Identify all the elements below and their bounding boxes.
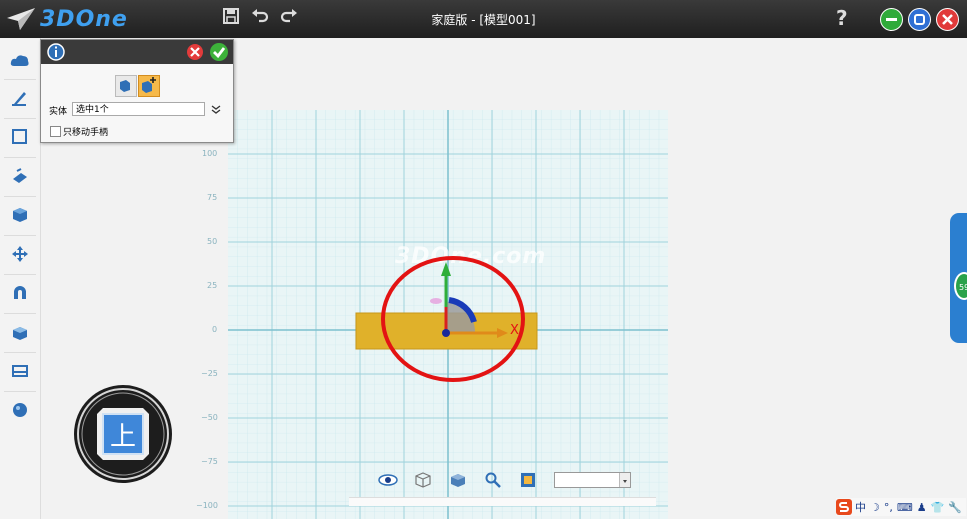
wrench-icon[interactable]: 🔧 <box>948 501 962 514</box>
right-badge: 59 <box>954 272 967 300</box>
restore-button[interactable] <box>908 8 931 31</box>
special-features-tool[interactable] <box>6 201 34 229</box>
render-mode-button[interactable] <box>448 470 468 490</box>
close-icon <box>942 14 953 25</box>
sketch-edit-tool[interactable] <box>6 123 34 151</box>
moon-icon[interactable]: ☽ <box>870 501 880 514</box>
close-window-button[interactable] <box>936 8 959 31</box>
solid-cube-icon <box>451 474 465 487</box>
undo-button[interactable] <box>249 8 271 30</box>
eye-icon <box>378 474 398 486</box>
view-nav-cube[interactable]: 上 <box>73 384 173 484</box>
undo-icon <box>252 9 269 23</box>
combine-tool[interactable] <box>6 279 34 307</box>
wire-cube-icon <box>415 472 431 488</box>
magnet-icon <box>14 286 26 299</box>
info-icon[interactable] <box>47 43 65 61</box>
save-icon <box>223 8 239 24</box>
minimize-icon <box>886 18 897 21</box>
sphere-icon <box>13 403 27 417</box>
extrude-icon <box>13 168 27 183</box>
view-mode-select[interactable] <box>554 472 631 488</box>
bottom-strip <box>349 497 656 506</box>
move-arrows-icon <box>12 246 28 262</box>
select-arrow-icon <box>619 473 630 487</box>
section-tool[interactable] <box>6 357 34 385</box>
confirm-icon[interactable] <box>209 42 229 62</box>
redo-button[interactable] <box>278 8 300 30</box>
box-add-icon <box>142 77 156 93</box>
keyboard-icon[interactable]: ⌨ <box>897 501 913 514</box>
sogou-logo-icon[interactable] <box>836 499 852 515</box>
nav-face-label: 上 <box>109 422 136 452</box>
fit-frame-icon <box>521 473 535 487</box>
redo-icon <box>280 9 297 23</box>
expand-chevron-icon[interactable] <box>211 105 221 115</box>
save-button[interactable] <box>220 8 242 30</box>
panel-icon <box>12 365 28 377</box>
box-split-icon <box>13 327 27 340</box>
title-bar: 3DOne 家庭版 - [模型001] ? <box>0 0 967 38</box>
cancel-icon[interactable] <box>186 43 204 61</box>
sketch-tool[interactable] <box>6 84 34 112</box>
ime-lang[interactable]: 中 <box>855 499 866 515</box>
move-tool[interactable] <box>6 240 34 268</box>
restore-icon <box>914 14 925 25</box>
basic-shapes-tool[interactable] <box>6 46 34 74</box>
move-point-button[interactable] <box>138 75 160 97</box>
user-icon[interactable]: ♟ <box>917 501 927 514</box>
fit-view-button[interactable] <box>518 470 538 490</box>
ime-toolbar: 中 ☽ °, ⌨ ♟ 👕 🔧 <box>836 498 967 516</box>
paper-plane-icon <box>7 8 35 30</box>
move-dynamic-button[interactable] <box>115 75 137 97</box>
app-logo: 3DOne <box>6 6 128 32</box>
minimize-button[interactable] <box>880 8 903 31</box>
material-tool[interactable] <box>6 396 34 424</box>
window-title: 家庭版 - [模型001] <box>431 13 536 27</box>
move-handle-only-checkbox[interactable] <box>50 126 61 137</box>
view-cube-button[interactable] <box>413 470 433 490</box>
cloud-shapes-icon <box>10 55 29 66</box>
move-handle-only-label: 只移动手柄 <box>63 128 109 138</box>
square-sketch-icon <box>12 129 27 144</box>
magnifier-icon <box>485 472 501 488</box>
logo-text: 3DOne <box>40 6 128 32</box>
zoom-button[interactable] <box>483 470 503 490</box>
feature-tool[interactable] <box>6 162 34 190</box>
punctuation-icon[interactable]: °, <box>884 501 893 514</box>
pen-icon <box>12 92 26 106</box>
panel-header <box>41 40 233 64</box>
left-toolbar <box>0 38 41 519</box>
x-axis-label: X <box>510 323 519 338</box>
box-move-icon <box>120 80 130 92</box>
array-tool[interactable] <box>6 318 34 346</box>
move-property-panel: 实体 选中1个 只移动手柄 <box>40 39 234 143</box>
cube-icon <box>13 208 27 222</box>
view-toolbar <box>378 468 553 492</box>
entity-label: 实体 <box>49 107 68 117</box>
help-button[interactable]: ? <box>836 6 848 30</box>
shirt-icon[interactable]: 👕 <box>931 501 945 514</box>
view-display-button[interactable] <box>378 470 398 490</box>
entity-field[interactable]: 选中1个 <box>72 102 205 116</box>
entity-value: 选中1个 <box>76 105 109 115</box>
